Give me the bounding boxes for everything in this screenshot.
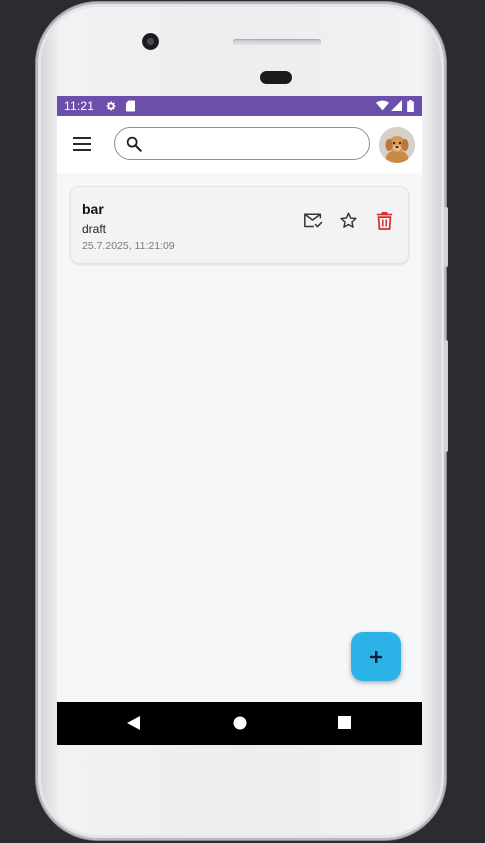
phone-screen: 11:21 bar draft 25.7.2025, 11:21:09 — [57, 96, 422, 745]
mark-read-icon — [304, 213, 323, 228]
system-nav-bar — [57, 702, 422, 745]
mark-read-button[interactable] — [302, 209, 324, 231]
home-button[interactable] — [233, 716, 247, 735]
search-input[interactable] — [151, 132, 365, 157]
earpiece-speaker — [233, 39, 321, 45]
menu-button[interactable] — [71, 134, 93, 154]
note-title: bar — [82, 201, 104, 217]
battery-icon — [407, 100, 414, 115]
delete-icon — [376, 211, 392, 230]
note-status: draft — [82, 222, 107, 236]
status-time: 11:21 — [64, 99, 95, 113]
front-camera — [142, 33, 159, 50]
delete-button[interactable] — [373, 209, 395, 231]
signal-icon — [391, 100, 402, 114]
search-icon — [126, 136, 142, 152]
star-icon — [339, 212, 357, 228]
add-note-button[interactable] — [351, 632, 401, 681]
recents-icon — [338, 716, 351, 729]
back-icon — [127, 716, 140, 730]
status-bar: 11:21 — [57, 96, 422, 116]
back-button[interactable] — [127, 716, 140, 735]
proximity-sensor — [260, 71, 292, 84]
plus-icon — [370, 650, 382, 663]
note-card[interactable]: bar draft 25.7.2025, 11:21:09 — [71, 187, 408, 263]
star-button[interactable] — [337, 209, 359, 231]
search-bar[interactable] — [114, 127, 370, 160]
app-bar — [57, 116, 422, 173]
puppy-avatar — [379, 127, 415, 163]
hamburger-menu-icon — [73, 137, 91, 151]
home-icon — [233, 716, 247, 730]
power-button — [444, 340, 448, 452]
recents-button[interactable] — [338, 716, 351, 734]
note-timestamp: 25.7.2025, 11:21:09 — [82, 240, 175, 252]
sd-card-icon — [125, 100, 136, 115]
avatar[interactable] — [379, 127, 415, 163]
wifi-icon — [376, 100, 389, 114]
volume-button — [444, 207, 448, 267]
settings-icon — [105, 100, 117, 115]
